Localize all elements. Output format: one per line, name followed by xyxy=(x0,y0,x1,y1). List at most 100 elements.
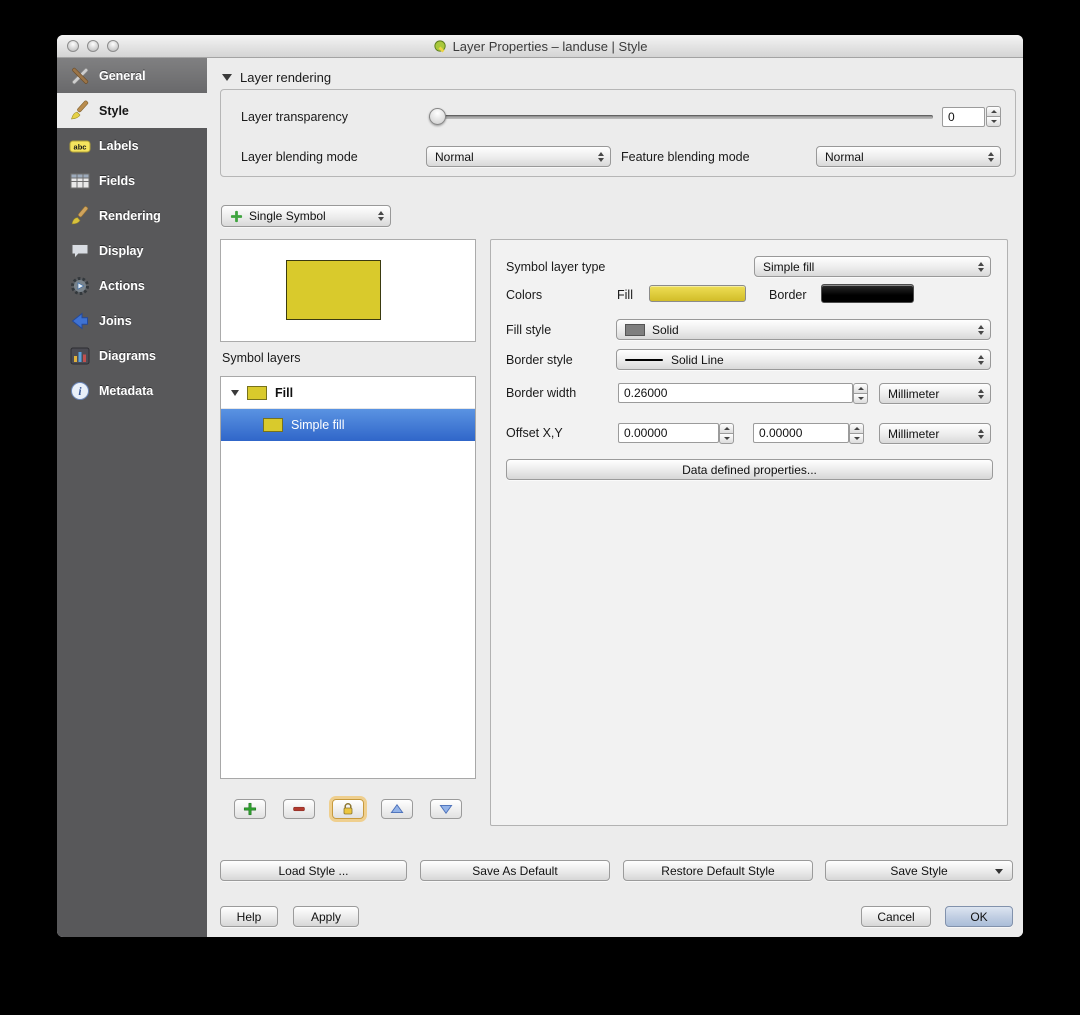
titlebar[interactable]: Layer Properties – landuse | Style xyxy=(57,35,1023,58)
remove-symbol-layer-button[interactable] xyxy=(283,799,315,819)
offset-x-field[interactable]: 0.00000 xyxy=(618,423,719,443)
cancel-button[interactable]: Cancel xyxy=(861,906,931,927)
offset-y-field[interactable]: 0.00000 xyxy=(753,423,849,443)
join-arrow-icon xyxy=(69,310,91,332)
stepper-up-button[interactable] xyxy=(986,106,1001,116)
close-window-button[interactable] xyxy=(67,40,79,52)
slider-knob[interactable] xyxy=(429,108,446,125)
border-width-label: Border width xyxy=(506,386,577,400)
popup-arrows-icon xyxy=(978,261,984,272)
gear-action-icon xyxy=(69,275,91,297)
save-as-default-button[interactable]: Save As Default xyxy=(420,860,610,881)
symbol-layer-type-select[interactable]: Simple fill xyxy=(754,256,991,277)
svg-text:abc: abc xyxy=(74,142,87,151)
layer-blending-label: Layer blending mode xyxy=(241,150,358,164)
sidebar-label: Style xyxy=(99,103,129,118)
zoom-window-button[interactable] xyxy=(107,40,119,52)
stepper-up-button[interactable] xyxy=(853,383,868,393)
help-button[interactable]: Help xyxy=(220,906,278,927)
symbol-preview xyxy=(220,239,476,342)
sidebar-label: General xyxy=(99,68,146,83)
info-icon: i xyxy=(69,380,91,402)
style-tab-content: Layer rendering Layer transparency 0 Lay… xyxy=(207,58,1023,937)
stepper-down-button[interactable] xyxy=(849,433,864,444)
layer-transparency-slider[interactable] xyxy=(429,104,933,130)
sidebar-label: Rendering xyxy=(99,208,161,223)
sidebar-item-rendering[interactable]: Rendering xyxy=(57,198,207,233)
border-width-unit-select[interactable]: Millimeter xyxy=(879,383,991,404)
tree-item-simple-fill[interactable]: Simple fill xyxy=(221,409,475,441)
dropdown-triangle-icon xyxy=(995,868,1003,874)
fill-color-label: Fill xyxy=(617,288,633,302)
up-arrow-icon xyxy=(390,804,404,814)
tools-icon xyxy=(69,65,91,87)
colors-label: Colors xyxy=(506,288,543,302)
minus-icon xyxy=(293,806,305,812)
restore-default-style-button[interactable]: Restore Default Style xyxy=(623,860,813,881)
border-color-button[interactable] xyxy=(821,284,914,303)
sidebar-item-diagrams[interactable]: Diagrams xyxy=(57,338,207,373)
popup-arrows-icon xyxy=(988,151,994,162)
offset-y-stepper[interactable] xyxy=(849,423,864,444)
speech-bubble-icon xyxy=(69,240,91,262)
slider-track[interactable] xyxy=(429,115,933,119)
sidebar-item-general[interactable]: General xyxy=(57,58,207,93)
stepper-up-button[interactable] xyxy=(719,423,734,433)
transparency-stepper[interactable] xyxy=(986,106,1001,127)
lock-icon xyxy=(343,803,353,815)
load-style-button[interactable]: Load Style ... xyxy=(220,860,407,881)
symbol-layers-tree: Fill Simple fill xyxy=(220,376,476,779)
lock-symbol-layer-button[interactable] xyxy=(332,799,364,819)
sidebar-item-display[interactable]: Display xyxy=(57,233,207,268)
down-arrow-icon xyxy=(439,804,453,814)
layer-transparency-label: Layer transparency xyxy=(241,110,349,124)
fill-style-select[interactable]: Solid xyxy=(616,319,991,340)
border-style-select[interactable]: Solid Line xyxy=(616,349,991,370)
solid-fill-swatch-icon xyxy=(625,323,645,336)
feature-blending-label: Feature blending mode xyxy=(621,150,750,164)
tree-item-fill[interactable]: Fill xyxy=(221,377,475,409)
fill-color-button[interactable] xyxy=(649,285,746,302)
add-symbol-layer-button[interactable] xyxy=(234,799,266,819)
stepper-down-button[interactable] xyxy=(719,433,734,444)
offset-x-stepper[interactable] xyxy=(719,423,734,444)
layer-rendering-group: Layer transparency 0 Layer blending mode… xyxy=(220,89,1016,177)
data-defined-properties-button[interactable]: Data defined properties... xyxy=(506,459,993,480)
stepper-down-button[interactable] xyxy=(986,116,1001,127)
popup-arrows-icon xyxy=(978,428,984,439)
popup-arrows-icon xyxy=(978,354,984,365)
layer-blending-select[interactable]: Normal xyxy=(426,146,611,167)
ok-button[interactable]: OK xyxy=(945,906,1013,927)
move-layer-up-button[interactable] xyxy=(381,799,413,819)
save-style-button[interactable]: Save Style xyxy=(825,860,1013,881)
border-width-stepper[interactable] xyxy=(853,383,868,404)
expand-triangle-icon[interactable] xyxy=(231,389,239,396)
border-width-field[interactable]: 0.26000 xyxy=(618,383,853,403)
symbol-layers-label: Symbol layers xyxy=(222,351,301,365)
sidebar-item-joins[interactable]: Joins xyxy=(57,303,207,338)
symbol-layer-properties-panel: Symbol layer type Simple fill Colors Fil… xyxy=(490,239,1008,826)
sidebar-item-labels[interactable]: abc Labels xyxy=(57,128,207,163)
layer-rendering-header[interactable]: Layer rendering xyxy=(222,70,331,85)
transparency-value-field[interactable]: 0 xyxy=(942,107,985,127)
feature-blending-select[interactable]: Normal xyxy=(816,146,1001,167)
table-icon xyxy=(69,170,91,192)
stepper-down-button[interactable] xyxy=(853,393,868,404)
sidebar-item-actions[interactable]: Actions xyxy=(57,268,207,303)
stepper-up-button[interactable] xyxy=(849,423,864,433)
paintbrush-icon xyxy=(69,100,91,122)
offset-unit-select[interactable]: Millimeter xyxy=(879,423,991,444)
move-layer-down-button[interactable] xyxy=(430,799,462,819)
popup-arrows-icon xyxy=(978,388,984,399)
sidebar-item-metadata[interactable]: i Metadata xyxy=(57,373,207,408)
apply-button[interactable]: Apply xyxy=(293,906,359,927)
sidebar-item-fields[interactable]: Fields xyxy=(57,163,207,198)
layer-properties-window: Layer Properties – landuse | Style Gener… xyxy=(57,35,1023,937)
sidebar-label: Fields xyxy=(99,173,136,188)
popup-arrows-icon xyxy=(378,211,384,221)
minimize-window-button[interactable] xyxy=(87,40,99,52)
renderer-select[interactable]: Single Symbol xyxy=(221,205,391,227)
sidebar-item-style[interactable]: Style xyxy=(57,93,207,128)
window-title: Layer Properties – landuse | Style xyxy=(433,39,647,54)
border-style-label: Border style xyxy=(506,353,573,367)
